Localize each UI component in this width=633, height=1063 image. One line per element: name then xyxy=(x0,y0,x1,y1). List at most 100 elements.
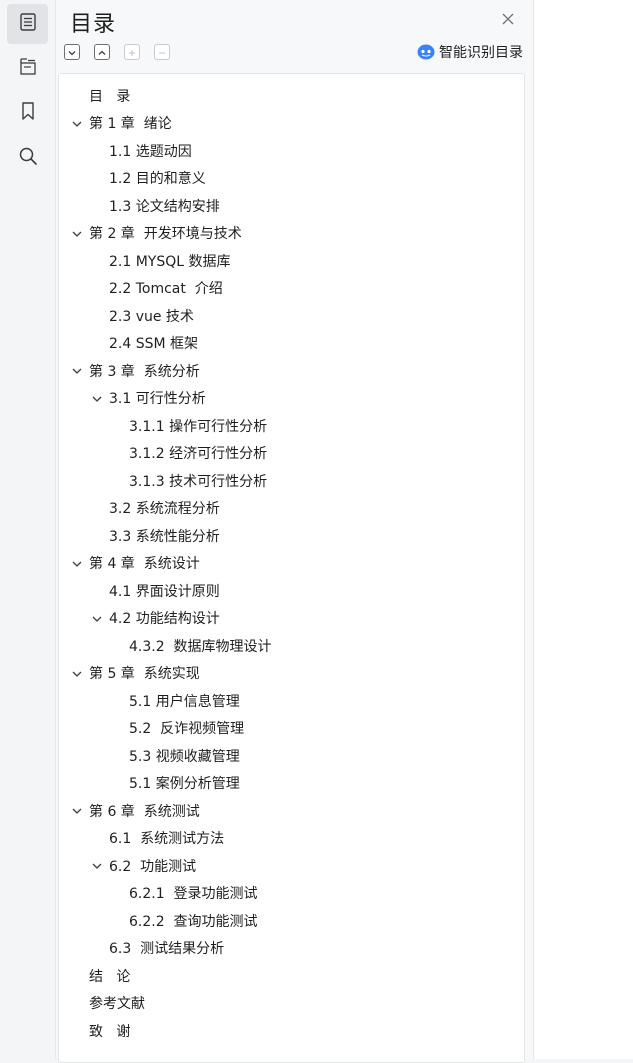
toc-item[interactable]: 1.2 目的和意义 xyxy=(59,165,524,192)
toc-item[interactable]: 目 录 xyxy=(59,82,524,109)
collapse-all-button[interactable] xyxy=(94,44,110,60)
outline-icon xyxy=(18,12,38,36)
chevron-down-icon[interactable] xyxy=(71,668,83,680)
toc-item[interactable]: 5.2 反诈视频管理 xyxy=(59,715,524,742)
toc-item[interactable]: 6.2 功能测试 xyxy=(59,852,524,879)
toc-item[interactable]: 3.1.3 技术可行性分析 xyxy=(59,467,524,494)
toc-item-label: 3.1.3 技术可行性分析 xyxy=(129,473,268,490)
toc-item[interactable]: 第 4 章 系统设计 xyxy=(59,550,524,577)
chevron-down-icon[interactable] xyxy=(91,860,103,872)
toc-item[interactable]: 参考文献 xyxy=(59,990,524,1017)
bookmark-tab[interactable] xyxy=(7,93,48,133)
sidebar-rail xyxy=(0,0,56,1059)
toc-item-label: 第 5 章 系统实现 xyxy=(89,666,200,682)
toc-item-label: 3.2 系统流程分析 xyxy=(109,501,220,517)
remove-entry-button[interactable] xyxy=(154,44,170,60)
smart-toc-button[interactable]: 智能识别目录 xyxy=(417,42,523,62)
toc-item-label: 6.1 系统测试方法 xyxy=(109,831,225,847)
toc-item[interactable]: 3.2 系统流程分析 xyxy=(59,495,524,522)
toc-item-label: 5.3 视频收藏管理 xyxy=(129,748,240,765)
toc-item-label: 结 论 xyxy=(89,968,131,985)
toc-item[interactable]: 2.3 vue 技术 xyxy=(59,302,524,329)
toc-item-label: 2.4 SSM 框架 xyxy=(109,336,199,352)
toc-panel: 目录 智能识别目录 目 录第 1 章 绪论 1.1 选题动因 1.2 目的和意义 1.… xyxy=(56,0,534,1063)
toc-item-label: 2.1 MYSQL 数据库 xyxy=(109,253,231,270)
toc-item-label: 3.1 可行性分析 xyxy=(109,391,206,407)
chevron-down-icon[interactable] xyxy=(71,558,83,570)
toc-item[interactable]: 第 1 章 绪论 xyxy=(59,110,524,137)
search-tab[interactable] xyxy=(7,138,48,178)
toc-item-label: 4.3.2 数据库物理设计 xyxy=(129,638,272,655)
toc-item-label: 4.1 界面设计原则 xyxy=(109,583,220,600)
toc-item-label: 3.3 系统性能分析 xyxy=(109,528,220,545)
toc-tree: 目 录第 1 章 绪论 1.1 选题动因 1.2 目的和意义 1.3 论文结构安排第 … xyxy=(58,73,525,1063)
toc-item[interactable]: 致 谢 xyxy=(59,1017,524,1044)
toc-item-label: 2.3 vue 技术 xyxy=(109,308,194,325)
toc-item[interactable]: 6.2.2 查询功能测试 xyxy=(59,907,524,934)
chevron-down-icon[interactable] xyxy=(91,393,103,405)
toc-item-label: 第 4 章 系统设计 xyxy=(89,556,200,572)
toc-item-label: 第 2 章 开发环境与技术 xyxy=(89,226,242,242)
toc-item-label: 6.2.2 查询功能测试 xyxy=(129,913,258,930)
chevron-down-icon[interactable] xyxy=(71,118,83,130)
thumbnail-tab[interactable] xyxy=(7,48,48,88)
toc-item-label: 参考文献 xyxy=(89,996,145,1012)
add-entry-button[interactable] xyxy=(124,44,140,60)
toc-item-label: 3.1.1 操作可行性分析 xyxy=(129,418,268,435)
toc-item[interactable]: 结 论 xyxy=(59,962,524,989)
close-icon[interactable] xyxy=(499,10,517,28)
chevron-down-icon[interactable] xyxy=(71,365,83,377)
toc-item-label: 5.1 用户信息管理 xyxy=(129,693,240,710)
toc-item[interactable]: 第 3 章 系统分析 xyxy=(59,357,524,384)
search-icon xyxy=(18,146,38,170)
chevron-down-icon[interactable] xyxy=(91,613,103,625)
document-area xyxy=(534,0,633,1059)
toc-item[interactable]: 第 5 章 系统实现 xyxy=(59,660,524,687)
toc-item[interactable]: 5.1 用户信息管理 xyxy=(59,687,524,714)
chevron-down-icon xyxy=(67,43,77,62)
toc-item[interactable]: 6.3 测试结果分析 xyxy=(59,935,524,962)
chevron-down-icon[interactable] xyxy=(71,805,83,817)
expand-all-button[interactable] xyxy=(64,44,80,60)
chevron-down-icon[interactable] xyxy=(71,228,83,240)
toc-item[interactable]: 4.3.2 数据库物理设计 xyxy=(59,632,524,659)
toc-item[interactable]: 5.1 案例分析管理 xyxy=(59,770,524,797)
toc-item-label: 6.2 功能测试 xyxy=(109,858,197,875)
toc-item-label: 5.2 反诈视频管理 xyxy=(129,721,245,737)
toc-item-label: 1.2 目的和意义 xyxy=(109,171,206,187)
toc-item-label: 第 1 章 绪论 xyxy=(89,116,172,132)
toc-item[interactable]: 3.1.1 操作可行性分析 xyxy=(59,412,524,439)
toc-item[interactable]: 6.2.1 登录功能测试 xyxy=(59,880,524,907)
toc-item-label: 1.1 选题动因 xyxy=(109,143,192,160)
toc-item[interactable]: 2.1 MYSQL 数据库 xyxy=(59,247,524,274)
toc-item[interactable]: 第 2 章 开发环境与技术 xyxy=(59,220,524,247)
smart-toc-icon xyxy=(417,43,435,61)
toc-item-label: 1.3 论文结构安排 xyxy=(109,198,220,215)
toc-item[interactable]: 2.4 SSM 框架 xyxy=(59,330,524,357)
toc-item-label: 6.2.1 登录功能测试 xyxy=(129,886,258,902)
toc-item[interactable]: 1.3 论文结构安排 xyxy=(59,192,524,219)
toc-item[interactable]: 4.1 界面设计原则 xyxy=(59,577,524,604)
toc-item[interactable]: 6.1 系统测试方法 xyxy=(59,825,524,852)
toc-item-label: 目 录 xyxy=(89,88,131,105)
toc-item[interactable]: 3.1.2 经济可行性分析 xyxy=(59,440,524,467)
toc-item[interactable]: 1.1 选题动因 xyxy=(59,137,524,164)
toc-item[interactable]: 3.3 系统性能分析 xyxy=(59,522,524,549)
outline-tab[interactable] xyxy=(7,4,48,44)
toc-item-label: 2.2 Tomcat 介绍 xyxy=(109,281,223,297)
toc-item[interactable]: 第 6 章 系统测试 xyxy=(59,797,524,824)
toc-item-label: 5.1 案例分析管理 xyxy=(129,776,240,792)
toc-item[interactable]: 4.2 功能结构设计 xyxy=(59,605,524,632)
smart-toc-label: 智能识别目录 xyxy=(439,45,523,61)
toc-item[interactable]: 3.1 可行性分析 xyxy=(59,385,524,412)
toc-item[interactable]: 5.3 视频收藏管理 xyxy=(59,742,524,769)
toc-item-label: 第 6 章 系统测试 xyxy=(89,803,200,820)
toc-item-label: 第 3 章 系统分析 xyxy=(89,363,200,380)
panel-title: 目录 xyxy=(70,12,117,37)
toc-item[interactable]: 2.2 Tomcat 介绍 xyxy=(59,275,524,302)
toc-item-label: 致 谢 xyxy=(89,1023,131,1040)
minus-icon xyxy=(157,43,167,62)
chevron-up-icon xyxy=(97,43,107,62)
bookmark-icon xyxy=(18,101,38,125)
plus-icon xyxy=(127,43,137,62)
